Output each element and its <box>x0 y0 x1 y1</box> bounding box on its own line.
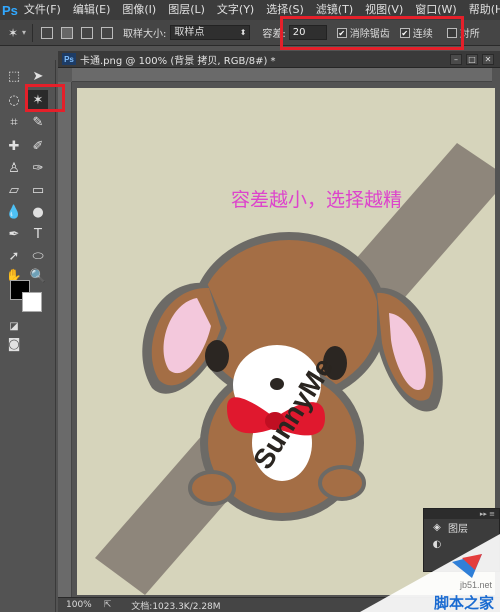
path-selection-tool-icon[interactable]: ➚ <box>4 246 24 266</box>
type-tool-icon[interactable]: T <box>28 224 48 244</box>
clone-stamp-tool-icon[interactable]: ♙ <box>4 158 24 178</box>
history-brush-tool-icon[interactable]: ✑ <box>28 158 48 178</box>
share-icon[interactable]: ⇱ <box>104 600 112 610</box>
minimize-icon[interactable]: – <box>450 54 462 65</box>
default-colors-icon[interactable]: ◪ <box>4 316 24 336</box>
eraser-tool-icon[interactable]: ▱ <box>4 180 24 200</box>
chevron-down-icon: ⬍ <box>239 28 247 37</box>
eyedropper-tool-icon[interactable]: ✎ <box>28 112 48 132</box>
site-url: jb51.net <box>459 580 492 590</box>
preset-dropdown-icon[interactable]: ▾ <box>22 28 26 37</box>
annotation-text: 容差越小，选择越精 <box>231 189 403 211</box>
menu-type[interactable]: 文字(Y) <box>211 0 260 20</box>
divider <box>32 23 34 42</box>
shape-tool-icon[interactable]: ⬭ <box>28 246 48 266</box>
menu-layer[interactable]: 图层(L) <box>162 0 211 20</box>
layers-label: 图层 <box>448 524 468 535</box>
photoshop-window: Ps 文件(F) 编辑(E) 图像(I) 图层(L) 文字(Y) 选择(S) 滤… <box>0 0 500 612</box>
blur-tool-icon[interactable]: 💧 <box>4 202 24 222</box>
healing-brush-tool-icon[interactable]: ✚ <box>4 136 24 156</box>
toolbox: ⬚ ➤ ◌ ✶ ⌗ ✎ ✚ ✐ ♙ ✑ ▱ ▭ 💧 ● ✒ T ➚ ⬭ ✋ 🔍 … <box>0 60 56 612</box>
maximize-icon[interactable]: □ <box>466 54 478 65</box>
marquee-tool-icon[interactable]: ⬚ <box>4 66 24 86</box>
dodge-tool-icon[interactable]: ● <box>28 202 48 222</box>
panel-collapse-icon[interactable]: ▸▸ ≡ <box>424 509 499 519</box>
ruler-origin[interactable] <box>58 68 72 82</box>
sample-size-select[interactable]: 取样点 ⬍ <box>170 25 251 40</box>
menu-edit[interactable]: 编辑(E) <box>67 0 117 20</box>
background-color-swatch[interactable] <box>22 292 42 312</box>
magic-wand-highlight-box <box>25 84 65 112</box>
subtract-selection-icon[interactable] <box>81 26 94 39</box>
vertical-ruler[interactable] <box>58 82 72 597</box>
new-selection-icon[interactable] <box>41 26 54 39</box>
menu-image[interactable]: 图像(I) <box>116 0 162 20</box>
menu-help[interactable]: 帮助(H) <box>463 0 500 20</box>
move-tool-icon[interactable]: ➤ <box>28 66 48 86</box>
menu-file[interactable]: 文件(F) <box>18 0 67 20</box>
ps-document-icon: Ps <box>62 53 76 65</box>
layers-icon: ◈ <box>433 522 441 533</box>
gradient-tool-icon[interactable]: ▭ <box>28 180 48 200</box>
site-name: 脚本之家 <box>433 594 494 612</box>
intersect-selection-icon[interactable] <box>101 26 114 39</box>
pen-tool-icon[interactable]: ✒ <box>4 224 24 244</box>
horizontal-ruler[interactable] <box>72 68 492 82</box>
brush-tool-icon[interactable]: ✐ <box>28 136 48 156</box>
quick-mask-icon[interactable]: ◙ <box>4 334 24 354</box>
document-size: 文档:1023.3K/2.28M <box>131 601 221 612</box>
crop-tool-icon[interactable]: ⌗ <box>4 112 24 132</box>
photoshop-logo: Ps <box>2 2 18 18</box>
site-watermark: jb51.net 脚本之家 <box>360 534 500 612</box>
sample-size-label: 取样大小: <box>123 29 167 40</box>
zoom-level[interactable]: 100% <box>66 600 92 610</box>
add-selection-icon[interactable] <box>61 26 74 39</box>
lasso-tool-icon[interactable]: ◌ <box>4 90 24 110</box>
document-title: 卡通.png @ 100% (背景 拷贝, RGB/8#) * <box>80 55 276 67</box>
zoom-tool-icon[interactable]: 🔍 <box>28 266 48 286</box>
document-tab[interactable]: Ps 卡通.png @ 100% (背景 拷贝, RGB/8#) * – □ ✕ <box>58 51 500 68</box>
options-highlight-box <box>280 16 464 50</box>
magic-wand-preset-icon[interactable]: ✶ <box>6 26 20 40</box>
close-icon[interactable]: ✕ <box>482 54 494 65</box>
sample-size-value: 取样点 <box>174 27 205 38</box>
